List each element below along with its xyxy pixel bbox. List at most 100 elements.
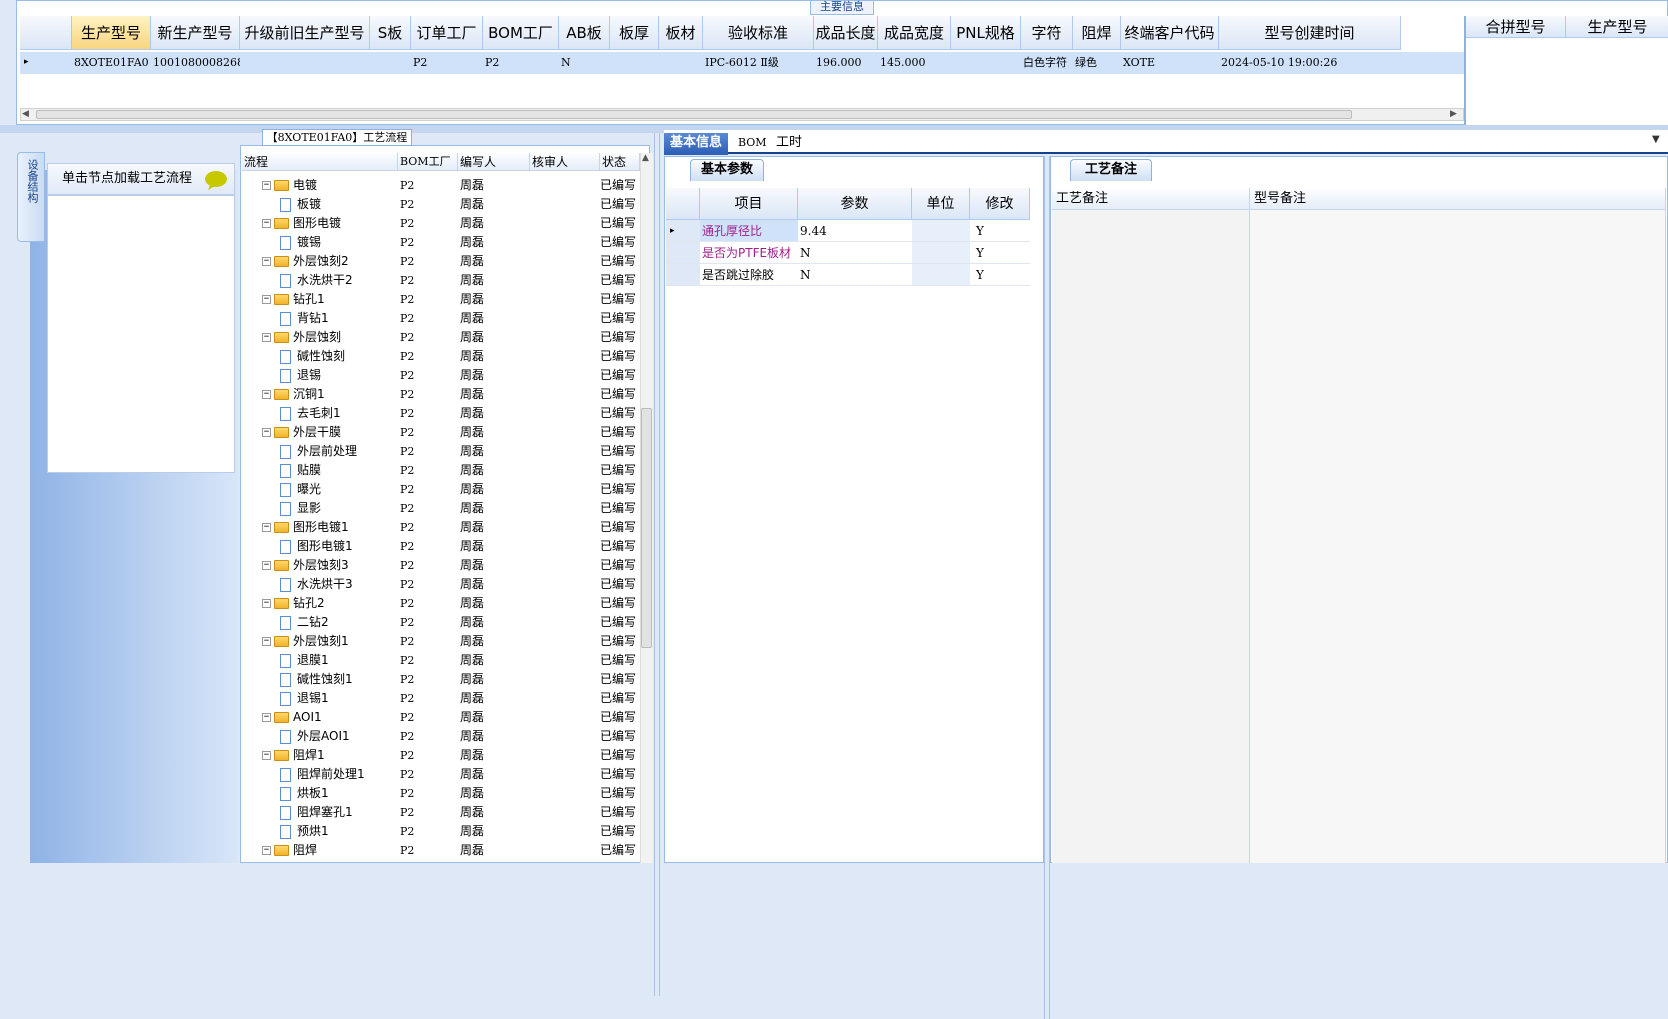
expand-icon[interactable]: − [262, 751, 271, 760]
column-header-3[interactable]: 升级前旧生产型号 [240, 16, 370, 50]
tree-row[interactable]: − 外层干膜 P2 周磊 已编写 [242, 423, 640, 442]
expand-icon[interactable]: − [262, 181, 271, 190]
expand-icon[interactable]: − [262, 390, 271, 399]
equipment-structure-tab[interactable]: 设备结构 [17, 152, 45, 242]
row-cell-6[interactable]: P2 [483, 52, 559, 74]
process-notes-area[interactable] [1052, 210, 1250, 863]
equipment-tree[interactable] [47, 195, 235, 473]
tree-row[interactable]: 阻焊前处理1 P2 周磊 已编写 [242, 765, 640, 784]
tree-node[interactable]: − 图形电镀1 [262, 518, 396, 537]
tree-row[interactable]: 板镀 P2 周磊 已编写 [242, 195, 640, 214]
tree-node[interactable]: 外层AOI1 [280, 727, 414, 746]
tree-row[interactable]: 退锡1 P2 周磊 已编写 [242, 689, 640, 708]
tab-basic-info[interactable]: 基本信息 [664, 133, 729, 155]
tree-row[interactable]: − 钻孔1 P2 周磊 已编写 [242, 290, 640, 309]
expand-icon[interactable]: − [262, 219, 271, 228]
row-cell-15[interactable]: 绿色 [1073, 52, 1121, 74]
tree-row[interactable]: − 钻孔2 P2 周磊 已编写 [242, 594, 640, 613]
tree-row[interactable]: − 图形电镀 P2 周磊 已编写 [242, 214, 640, 233]
param-row-header[interactable] [666, 242, 700, 264]
tree-node[interactable]: 二钻2 [280, 613, 414, 632]
scroll-left-icon[interactable]: ◀ [22, 109, 29, 119]
tree-node[interactable]: − 外层干膜 [262, 423, 396, 442]
column-header-11[interactable]: 成品长度 [814, 16, 878, 50]
tree-node[interactable]: 显影 [280, 499, 414, 518]
tree-node[interactable]: − 阻焊1 [262, 746, 396, 765]
tree-node[interactable]: 烘板1 [280, 784, 414, 803]
tree-node[interactable]: 去毛刺1 [280, 404, 414, 423]
tree-scroll-thumb[interactable] [641, 408, 652, 648]
param-row-header[interactable] [666, 264, 700, 286]
param-item[interactable]: 通孔厚径比 [700, 220, 798, 242]
row-cell-13[interactable] [951, 52, 1021, 74]
tree-row[interactable]: − 沉铜1 P2 周磊 已编写 [242, 385, 640, 404]
column-header-9[interactable]: 板材 [659, 16, 703, 50]
tree-row[interactable]: 退锡 P2 周磊 已编写 [242, 366, 640, 385]
tree-node[interactable]: − 外层蚀刻 [262, 328, 396, 347]
tree-node[interactable]: 背钻1 [280, 309, 414, 328]
tree-node[interactable]: − 沉铜1 [262, 385, 396, 404]
tree-node[interactable]: 预烘1 [280, 822, 414, 841]
tree-node[interactable]: 水洗烘干2 [280, 271, 414, 290]
tree-node[interactable]: 外层前处理 [280, 442, 414, 461]
vertical-splitter-1[interactable] [654, 133, 660, 996]
tree-row[interactable]: 退膜1 P2 周磊 已编写 [242, 651, 640, 670]
tree-row[interactable]: − 图形电镀1 P2 周磊 已编写 [242, 518, 640, 537]
param-column-1[interactable]: 项目 [700, 188, 798, 220]
tree-node[interactable]: 退锡1 [280, 689, 414, 708]
column-header-8[interactable]: 板厚 [610, 16, 659, 50]
row-cell-8[interactable] [610, 52, 659, 74]
tree-node[interactable]: − 外层蚀刻3 [262, 556, 396, 575]
tree-row[interactable]: − 外层蚀刻 P2 周磊 已编写 [242, 328, 640, 347]
merge-column-2[interactable]: 生产型号 [1566, 16, 1668, 38]
tree-row[interactable]: − AOI1 P2 周磊 已编写 [242, 708, 640, 727]
tree-row[interactable]: 碱性蚀刻1 P2 周磊 已编写 [242, 670, 640, 689]
model-notes-area[interactable] [1250, 210, 1666, 863]
tree-row[interactable]: 去毛刺1 P2 周磊 已编写 [242, 404, 640, 423]
column-header-13[interactable]: PNL规格 [951, 16, 1021, 50]
tree-row[interactable]: − 阻焊1 P2 周磊 已编写 [242, 746, 640, 765]
column-header-10[interactable]: 验收标准 [703, 16, 814, 50]
row-cell-3[interactable] [240, 52, 370, 74]
tree-node[interactable]: 退膜1 [280, 651, 414, 670]
tree-node[interactable]: − 外层蚀刻1 [262, 632, 396, 651]
tree-node[interactable]: − 钻孔2 [262, 594, 396, 613]
expand-icon[interactable]: − [262, 561, 271, 570]
param-unit[interactable] [912, 242, 970, 264]
param-unit[interactable] [912, 220, 970, 242]
tree-row[interactable]: 碱性蚀刻 P2 周磊 已编写 [242, 347, 640, 366]
row-cell-11[interactable]: 196.000 [814, 52, 878, 74]
row-cell-14[interactable]: 白色字符 [1021, 52, 1073, 74]
row-cell-1[interactable]: 8XOTE01FA0 [72, 52, 151, 74]
tree-row[interactable]: 水洗烘干2 P2 周磊 已编写 [242, 271, 640, 290]
column-header-7[interactable]: AB板 [559, 16, 610, 50]
tree-row[interactable]: 显影 P2 周磊 已编写 [242, 499, 640, 518]
tree-node[interactable]: 碱性蚀刻 [280, 347, 414, 366]
tree-row[interactable]: 二钻2 P2 周磊 已编写 [242, 613, 640, 632]
tree-column-4[interactable]: 核审人 [530, 153, 600, 171]
tree-row[interactable]: − 外层蚀刻2 P2 周磊 已编写 [242, 252, 640, 271]
param-value[interactable]: N [798, 264, 912, 286]
tree-row[interactable]: 贴膜 P2 周磊 已编写 [242, 461, 640, 480]
tree-node[interactable]: − 钻孔1 [262, 290, 396, 309]
tree-node[interactable]: − 图形电镀 [262, 214, 396, 233]
row-cell-17[interactable]: 2024-05-10 19:00:26 [1219, 52, 1401, 74]
tree-row[interactable]: 图形电镀1 P2 周磊 已编写 [242, 537, 640, 556]
row-cell-2[interactable]: 10010800082683 [151, 52, 240, 74]
tree-column-5[interactable]: 状态 [600, 153, 640, 171]
tree-row[interactable]: 镀锡 P2 周磊 已编写 [242, 233, 640, 252]
merge-column-1[interactable]: 合拼型号 [1466, 16, 1566, 38]
tree-row[interactable]: 阻焊塞孔1 P2 周磊 已编写 [242, 803, 640, 822]
process-notes-tab[interactable]: 工艺备注 [1070, 159, 1152, 181]
param-item[interactable]: 是否跳过除胶 [700, 264, 798, 286]
column-header-2[interactable]: 新生产型号 [151, 16, 240, 50]
param-column-3[interactable]: 单位 [912, 188, 970, 220]
tree-row[interactable]: 外层AOI1 P2 周磊 已编写 [242, 727, 640, 746]
tree-row[interactable]: 水洗烘干3 P2 周磊 已编写 [242, 575, 640, 594]
param-modify[interactable]: Y [970, 264, 1030, 286]
expand-icon[interactable]: − [262, 713, 271, 722]
chevron-down-icon[interactable]: ▼ [1652, 134, 1660, 145]
param-modify[interactable]: Y [970, 220, 1030, 242]
tree-row[interactable]: − 外层蚀刻1 P2 周磊 已编写 [242, 632, 640, 651]
tab-bom[interactable]: BOM [732, 133, 773, 155]
